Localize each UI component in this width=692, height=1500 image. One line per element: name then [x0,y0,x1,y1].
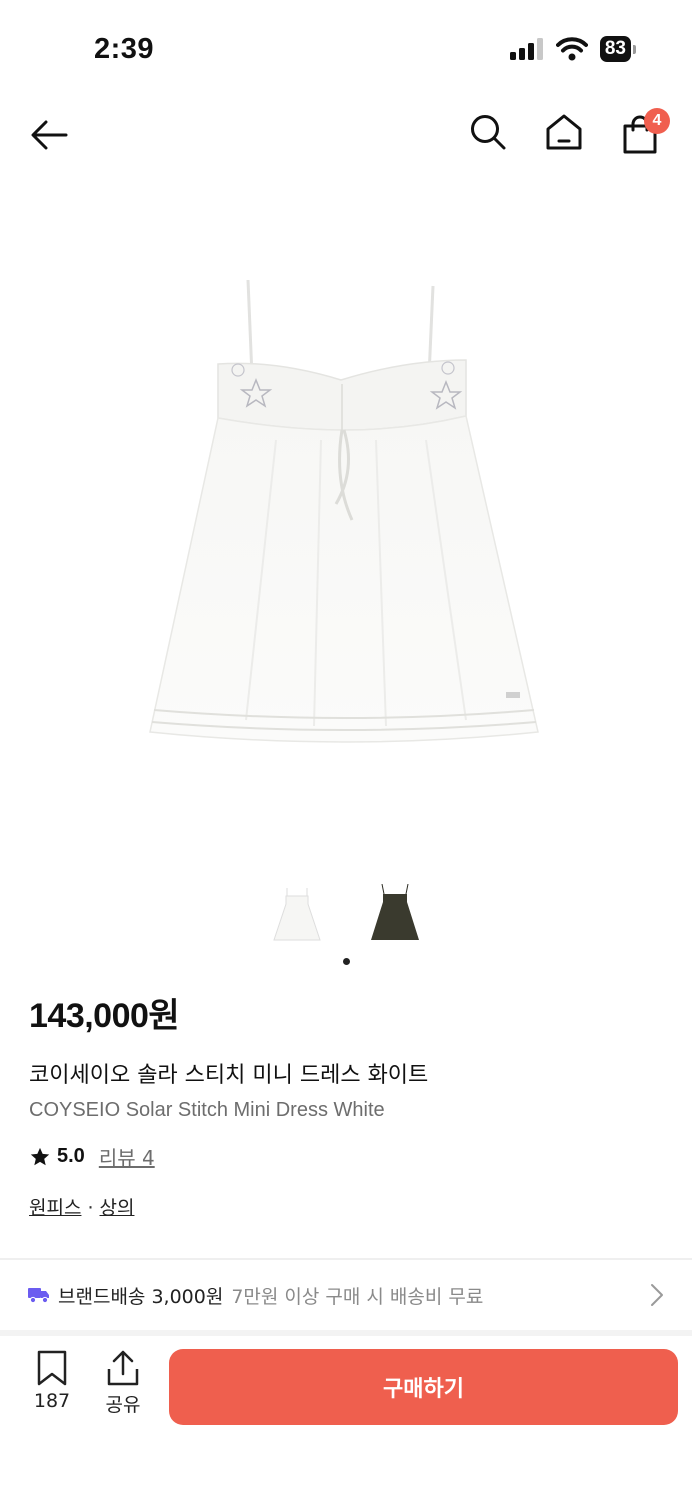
bottom-action-bar: 187 공유 구매하기 [0,1336,692,1500]
product-info: 143,000원 코이세이오 솔라 스티치 미니 드레스 화이트 COYSEIO… [29,988,663,1220]
product-name-english: COYSEIO Solar Stitch Mini Dress White [29,1099,385,1121]
dark-dress-thumbnail [371,884,419,940]
review-link[interactable]: 리뷰 4 [99,1142,155,1171]
cart-button[interactable]: 4 [620,107,670,156]
category-link-dress[interactable]: 원피스 [29,1197,81,1219]
rating-row: 5.0 리뷰 4 [29,1142,663,1171]
nav-bar: 4 [0,100,692,168]
category-breadcrumb: 원피스 · 상의 [29,1193,663,1220]
chevron-right-icon [651,1284,663,1306]
white-dress-image [149,280,539,743]
product-name-korean: 코이세이오 솔라 스티치 미니 드레스 화이트 [29,1063,429,1088]
white-dress-thumbnail [273,888,321,941]
status-time: 2:39 [94,33,155,65]
home-button[interactable] [544,112,584,157]
cart-count-badge: 4 [644,107,670,134]
battery-level: 83 [599,36,631,62]
share-label: 공유 [105,1394,141,1416]
category-link-top[interactable]: 상의 [100,1197,135,1219]
gallery-pager [0,958,692,965]
thumbnail-dark-dress[interactable] [366,880,424,948]
shipping-note: 7만원 이상 구매 시 배송비 무료 [231,1285,484,1308]
thumbnail-strip [0,880,692,948]
search-button[interactable] [468,112,508,157]
home-icon [546,114,582,150]
status-icons: 83 [509,36,636,62]
signal-icon [509,38,543,60]
status-bar: 2:39 83 [0,0,692,100]
product-price: 143,000원 [29,997,180,1035]
share-button[interactable]: 공유 [93,1350,153,1417]
battery-indicator: 83 [599,36,636,62]
star-icon [30,1147,50,1165]
bookmark-button[interactable]: 187 [22,1350,82,1412]
wifi-icon [555,37,588,61]
category-separator: · [87,1197,94,1219]
shipping-label: 브랜드배송 3,000원 [58,1285,224,1308]
bookmark-icon [37,1350,67,1386]
share-icon [107,1350,139,1386]
truck-icon [28,1288,49,1304]
rating-value: 5.0 [57,1145,85,1167]
nav-actions: 4 [468,107,670,157]
search-icon [471,115,506,150]
pager-dot-active [342,958,350,965]
divider [0,1258,692,1260]
buy-button[interactable]: 구매하기 [169,1349,678,1425]
shipping-info-row[interactable]: 브랜드배송 3,000원 7만원 이상 구매 시 배송비 무료 [0,1262,692,1328]
product-image[interactable] [0,190,692,850]
bookmark-count: 187 [33,1390,71,1412]
back-button[interactable] [28,114,70,156]
arrow-left-icon [31,120,68,150]
thumbnail-white-dress[interactable] [268,880,326,948]
battery-tip [633,44,636,54]
